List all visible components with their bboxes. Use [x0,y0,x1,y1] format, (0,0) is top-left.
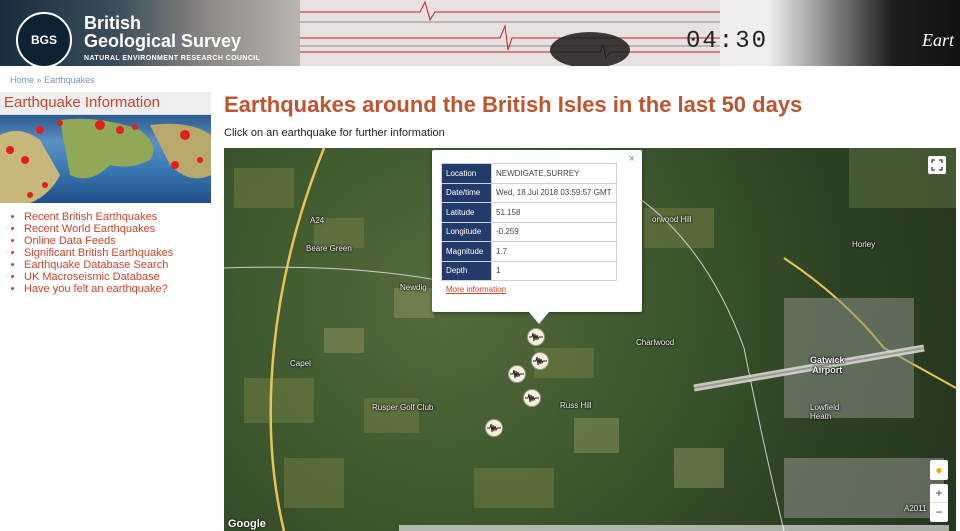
detail-value: 1 [491,260,617,281]
world-map-thumbnail[interactable] [0,115,211,203]
brand-line2: Geological Survey [84,31,242,51]
detail-key: Magnitude [441,241,492,262]
council-name: NATURAL ENVIRONMENT RESEARCH COUNCIL [84,55,261,62]
earthquake-marker[interactable] [531,352,549,370]
map-attribution-bar [399,525,949,531]
breadcrumb-earthquakes[interactable]: Earthquakes [44,75,95,85]
seismic-wave-icon [525,393,539,403]
earthquake-marker[interactable] [523,389,541,407]
sidebar-item-data-feeds: Online Data Feeds [24,235,173,247]
earthquake-marker[interactable] [508,365,526,383]
banner-time: 04:30 [686,28,769,55]
sidebar-item-felt: Have you felt an earthquake? [24,283,173,295]
map-label-a24: A24 [310,216,325,225]
sidebar-link[interactable]: Online Data Feeds [24,235,116,247]
header-banner: BGS British Geological Survey NATURAL EN… [0,0,960,66]
detail-value: 51.158 [491,202,617,223]
pegman-icon: ● [935,463,943,477]
seismic-wave-icon [529,332,543,342]
table-row: Depth 1 [441,260,617,281]
world-map-graphic [0,118,211,203]
detail-value: NEWDIGATE,SURREY [491,163,617,184]
fullscreen-button[interactable] [928,156,946,174]
more-information-link[interactable]: More information [446,285,506,294]
sidebar-link[interactable]: Recent World Earthquakes [24,223,155,235]
page-subtitle: Click on an earthquake for further infor… [224,127,445,139]
sidebar-title: Earthquake Information [0,92,211,115]
table-row: Date/time Wed, 18 Jul 2018 03:59:57 GMT [441,182,617,203]
seismic-wave-icon [533,356,547,366]
map-label-a2011: A2011 [904,504,927,513]
sidebar-item-recent-british: Recent British Earthquakes [24,211,173,223]
detail-key: Longitude [441,221,492,242]
zoom-in-button[interactable]: + [930,484,948,503]
seismic-wave-icon [510,369,524,379]
sidebar-link[interactable]: Recent British Earthquakes [24,211,157,223]
detail-key: Depth [441,260,492,281]
seismograph-graphic [300,0,720,66]
page-title: Earthquakes around the British Isles in … [224,92,803,117]
earthquake-marker[interactable] [527,328,545,346]
detail-value: Wed, 18 Jul 2018 03:59:57 GMT [491,182,617,203]
map-label-norwood-hill: orwood Hill [652,215,692,224]
map-label-beare-green: Beare Green [306,244,352,253]
table-row: Longitude -0.259 [441,221,617,242]
sidebar-link[interactable]: Significant British Earthquakes [24,247,173,259]
sidebar-item-significant: Significant British Earthquakes [24,247,173,259]
breadcrumb-home[interactable]: Home [10,75,34,85]
fullscreen-icon [931,159,943,171]
sidebar-nav: Recent British Earthquakes Recent World … [10,211,173,295]
brand-line1: British [84,13,142,33]
zoom-out-button[interactable]: − [930,503,948,522]
map-label-russ-hill: Russ Hill [560,401,592,410]
sidebar-item-macroseismic: UK Macroseismic Database [24,271,173,283]
table-row: Location NEWDIGATE,SURREY [441,163,617,184]
sidebar-link[interactable]: UK Macroseismic Database [24,271,160,283]
detail-value: 1.7 [491,241,617,262]
sidebar-item-database-search: Earthquake Database Search [24,259,173,271]
earthquake-info-popup: × Location NEWDIGATE,SURREY Date/time Wed,… [432,150,642,324]
earthquake-details-table: Location NEWDIGATE,SURREY Date/time Wed, 1… [441,163,617,281]
table-row: Magnitude 1.7 [441,241,617,262]
map-label-charlwood: Charlwood [636,338,675,347]
map-label-capel: Capel [290,359,311,368]
map-label-gatwick: Gatwick Airport [810,355,845,375]
sidebar-link[interactable]: Have you felt an earthquake? [24,283,168,295]
street-view-pegman[interactable]: ● [930,460,948,480]
detail-key: Latitude [441,202,492,223]
breadcrumb: Home » Earthquakes [10,75,95,85]
table-row: Latitude 51.158 [441,202,617,223]
map-label-rusper: Rusper Golf Club [372,403,434,412]
breadcrumb-separator: » [36,75,42,85]
banner-tagline: Eart [922,30,955,50]
earthquake-marker[interactable] [485,419,503,437]
brand-name[interactable]: British Geological Survey [84,14,241,50]
detail-value: -0.259 [491,221,617,242]
map-label-lowfield: Lowfield Heath [810,403,840,421]
zoom-control: + − [930,484,948,522]
sidebar-item-recent-world: Recent World Earthquakes [24,223,173,235]
seismic-wave-icon [487,423,501,433]
bgs-logo[interactable]: BGS [16,12,72,66]
map-label-newdigate: Newdig [400,283,427,292]
map-label-horley: Horley [852,240,876,249]
detail-key: Location [441,163,492,184]
google-logo: Google [228,518,266,530]
popup-close-button[interactable]: × [629,153,635,165]
detail-key: Date/time [441,182,492,203]
sidebar-link[interactable]: Earthquake Database Search [24,259,168,271]
